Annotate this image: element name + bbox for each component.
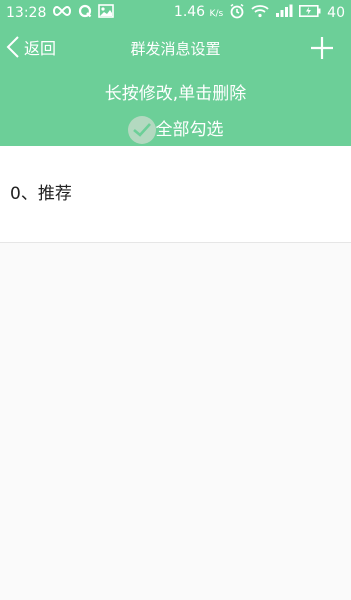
plus-icon [311,37,333,59]
page-title: 群发消息设置 [130,40,221,58]
network-speed-value: 1.46 [173,4,206,20]
battery-icon [299,5,321,21]
message-list: 0、推荐 [0,146,351,600]
select-all-toggle[interactable]: 全部勾选 [0,116,351,144]
battery-level: 40 [327,5,345,21]
hint-text: 长按修改,单击删除 [104,84,247,104]
select-all-label: 全部勾选 [155,120,224,140]
list-item[interactable]: 0、推荐 [0,146,351,243]
q-app-icon [78,4,92,22]
status-left: 13:28 [6,4,115,22]
infinity-icon [52,5,72,21]
status-right: 1.46 K/s 40 [174,3,345,23]
alarm-icon [229,3,245,23]
network-speed-unit: K/s [209,9,224,19]
checkmark-icon [132,123,151,137]
header: 返回 群发消息设置 长按修改,单击删除 全部勾选 [0,26,351,146]
screen: 13:28 1.46 K/s 40 返回 群发消息设置 长按修改,单击删除 全部… [0,0,351,600]
wifi-icon [251,4,269,22]
signal-icon [275,4,293,22]
select-all-checkbox[interactable] [127,116,156,144]
status-time: 13:28 [6,5,47,21]
status-bar: 13:28 1.46 K/s 40 [0,0,351,26]
add-button[interactable] [309,35,335,61]
image-icon [98,4,115,22]
network-speed: 1.46 K/s [174,3,223,23]
list-item-label: 0、推荐 [10,184,72,204]
